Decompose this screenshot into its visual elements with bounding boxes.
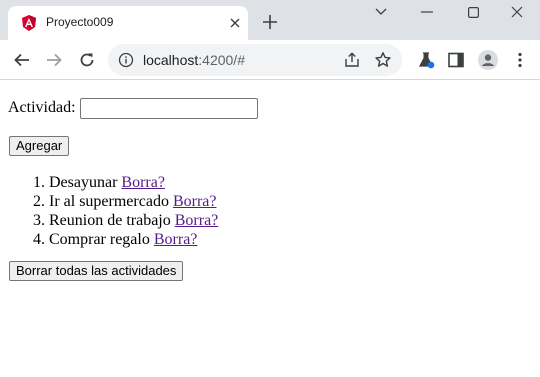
item-number: 4. (33, 231, 45, 248)
tab-title: Proyecto009 (46, 15, 114, 29)
list-item: 2. Ir al supermercado Borra? (33, 192, 218, 211)
kebab-menu-icon[interactable] (510, 50, 530, 70)
activity-label: Actividad: (8, 99, 76, 116)
profile-avatar-icon[interactable] (478, 50, 498, 70)
url-path: :4200/# (198, 52, 245, 68)
item-number: 3. (33, 212, 45, 229)
bookmark-star-icon[interactable] (374, 51, 392, 69)
tab-strip: Proyecto009 (0, 0, 540, 40)
item-text: Reunion de trabajo (49, 212, 171, 229)
tab-search-dropdown-icon[interactable] (358, 0, 404, 24)
browser-toolbar: localhost:4200/# (0, 40, 540, 80)
activity-input[interactable] (79, 97, 258, 119)
activity-row: Actividad: (8, 97, 258, 119)
extension-flask-icon[interactable] (416, 50, 436, 70)
site-info-icon[interactable] (118, 52, 134, 68)
todo-list: 1. Desayunar Borra? 2. Ir al supermercad… (33, 173, 218, 249)
list-item: 3. Reunion de trabajo Borra? (33, 211, 218, 230)
share-icon[interactable] (343, 51, 361, 69)
reload-icon[interactable] (77, 50, 97, 70)
window-maximize-icon[interactable] (450, 0, 496, 24)
tab-close-icon[interactable] (227, 15, 243, 31)
back-arrow-icon[interactable] (12, 50, 32, 70)
item-text: Ir al supermercado (49, 193, 169, 210)
address-url: localhost:4200/# (143, 52, 245, 68)
page-content: Actividad: Agregar 1. Desayunar Borra? 2… (0, 81, 540, 377)
url-host: localhost (143, 52, 199, 68)
address-bar[interactable]: localhost:4200/# (108, 44, 402, 76)
new-tab-icon[interactable] (261, 13, 279, 31)
list-item: 1. Desayunar Borra? (33, 173, 218, 192)
browser-tab[interactable]: Proyecto009 (8, 6, 248, 40)
item-number: 2. (33, 193, 45, 210)
delete-link[interactable]: Borra? (175, 212, 219, 229)
side-panel-icon[interactable] (446, 50, 466, 70)
add-button[interactable]: Agregar (9, 136, 70, 156)
clear-all-button[interactable]: Borrar todas las actividades (9, 261, 184, 281)
angular-favicon-icon (20, 14, 38, 32)
forward-arrow-icon[interactable] (44, 50, 64, 70)
item-text: Desayunar (49, 174, 118, 191)
item-number: 1. (33, 174, 45, 191)
delete-link[interactable]: Borra? (121, 174, 165, 191)
delete-link[interactable]: Borra? (154, 231, 198, 248)
delete-link[interactable]: Borra? (173, 193, 217, 210)
window-minimize-icon[interactable] (404, 0, 450, 24)
item-text: Comprar regalo (49, 231, 150, 248)
list-item: 4. Comprar regalo Borra? (33, 230, 218, 249)
window-close-icon[interactable] (494, 0, 540, 24)
